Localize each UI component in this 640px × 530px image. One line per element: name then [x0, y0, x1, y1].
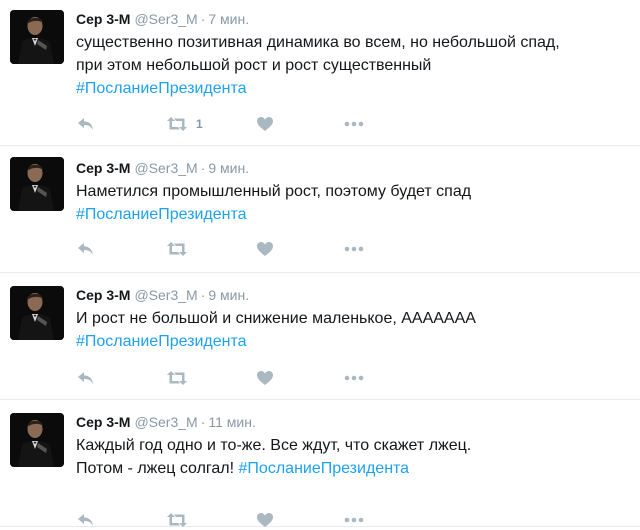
hashtag-link[interactable]: #ПосланиеПрезидента — [239, 460, 410, 477]
timestamp[interactable]: 11 мин. — [208, 414, 256, 430]
retweet-icon — [166, 116, 188, 132]
text-segment: Потом - лжец солгал! — [76, 460, 239, 477]
author-name[interactable]: Сер 3-М — [76, 11, 130, 27]
tweet[interactable]: Сер 3-М @Ser3_M · 7 мин. существенно позити… — [0, 0, 640, 146]
heart-icon — [256, 116, 274, 132]
avatar[interactable] — [10, 157, 64, 211]
like-button[interactable] — [256, 114, 274, 134]
tweet[interactable]: Сер 3-М @Ser3_M · 9 мин. И рост не большой … — [0, 273, 640, 400]
avatar[interactable] — [10, 10, 64, 64]
hashtag-link[interactable]: #ПосланиеПрезидента — [76, 333, 247, 350]
more-button[interactable] — [344, 114, 364, 134]
tweet-header: Сер 3-М @Ser3_M · 9 мин. — [76, 159, 640, 177]
retweet-icon — [166, 512, 188, 528]
tweet[interactable]: Сер 3-М @Ser3_M · 11 мин. Каждый год одно и… — [0, 400, 640, 527]
author-name[interactable]: Сер 3-М — [76, 287, 130, 303]
text-segment: существенно позитивная динамика во всем,… — [76, 34, 560, 51]
tweet-text-line: существенно позитивная динамика во всем,… — [76, 31, 631, 54]
tweet-text-line: Потом - лжец солгал! #ПосланиеПрезидента — [76, 457, 631, 480]
retweet-button[interactable] — [166, 368, 196, 388]
text-segment: Наметился промышленный рост, поэтому буд… — [76, 183, 472, 200]
author-name[interactable]: Сер 3-М — [76, 414, 130, 430]
retweet-button[interactable] — [166, 510, 196, 530]
like-button[interactable] — [256, 239, 274, 259]
reply-icon — [76, 241, 96, 257]
text-segment: И рост не большой и снижение маленькое, … — [76, 310, 476, 327]
tweet-text-line: Каждый год одно и то-же. Все ждут, что с… — [76, 434, 631, 457]
tweet-feed: Сер 3-М @Ser3_M · 7 мин. существенно позити… — [0, 0, 640, 527]
text-segment: при этом небольшой рост и рост существен… — [76, 57, 432, 74]
tweet-header: Сер 3-М @Ser3_M · 11 мин. — [76, 413, 640, 431]
like-button[interactable] — [256, 368, 274, 388]
separator-dot: · — [200, 160, 206, 176]
retweet-count: 1 — [196, 117, 203, 131]
more-dots-icon — [344, 246, 364, 252]
more-button[interactable] — [344, 368, 364, 388]
timestamp[interactable]: 7 мин. — [208, 11, 249, 27]
heart-icon — [256, 512, 274, 528]
tweet-text: Наметился промышленный рост, поэтому буд… — [76, 180, 631, 226]
reply-icon — [76, 512, 96, 528]
hashtag-link[interactable]: #ПосланиеПрезидента — [76, 206, 247, 223]
more-dots-icon — [344, 121, 364, 127]
text-segment: Каждый год одно и то-же. Все ждут, что с… — [76, 437, 472, 454]
tweet-text: Каждый год одно и то-же. Все ждут, что с… — [76, 434, 631, 480]
reply-button[interactable] — [76, 368, 96, 388]
timestamp[interactable]: 9 мин. — [208, 287, 249, 303]
more-dots-icon — [344, 517, 364, 523]
author-name[interactable]: Сер 3-М — [76, 160, 130, 176]
tweet-text-line: Наметился промышленный рост, поэтому буд… — [76, 180, 631, 203]
tweet-text-line: #ПосланиеПрезидента — [76, 203, 631, 226]
author-handle[interactable]: @Ser3_M — [134, 160, 197, 176]
more-button[interactable] — [344, 510, 364, 530]
tweet-text-line: при этом небольшой рост и рост существен… — [76, 54, 631, 77]
retweet-icon — [166, 370, 188, 386]
tweet-text-line: #ПосланиеПрезидента — [76, 330, 631, 353]
reply-icon — [76, 370, 96, 386]
tweet-text: существенно позитивная динамика во всем,… — [76, 31, 631, 100]
tweet-header: Сер 3-М @Ser3_M · 9 мин. — [76, 286, 640, 304]
avatar[interactable] — [10, 413, 64, 467]
avatar[interactable] — [10, 286, 64, 340]
retweet-button[interactable]: 1 — [166, 114, 203, 134]
retweet-button[interactable] — [166, 239, 196, 259]
separator-dot: · — [200, 11, 206, 27]
timestamp[interactable]: 9 мин. — [208, 160, 249, 176]
more-button[interactable] — [344, 239, 364, 259]
tweet-header: Сер 3-М @Ser3_M · 7 мин. — [76, 10, 640, 28]
author-handle[interactable]: @Ser3_M — [134, 287, 197, 303]
heart-icon — [256, 370, 274, 386]
tweet-text-line: И рост не большой и снижение маленькое, … — [76, 307, 631, 330]
separator-dot: · — [200, 414, 206, 430]
like-button[interactable] — [256, 510, 274, 530]
hashtag-link[interactable]: #ПосланиеПрезидента — [76, 80, 247, 97]
retweet-icon — [166, 241, 188, 257]
reply-button[interactable] — [76, 239, 96, 259]
author-handle[interactable]: @Ser3_M — [134, 414, 197, 430]
tweet-text: И рост не большой и снижение маленькое, … — [76, 307, 631, 353]
reply-button[interactable] — [76, 510, 96, 530]
reply-icon — [76, 116, 96, 132]
tweet-text-line: #ПосланиеПрезидента — [76, 77, 631, 100]
separator-dot: · — [200, 287, 206, 303]
heart-icon — [256, 241, 274, 257]
reply-button[interactable] — [76, 114, 96, 134]
author-handle[interactable]: @Ser3_M — [134, 11, 197, 27]
more-dots-icon — [344, 375, 364, 381]
tweet[interactable]: Сер 3-М @Ser3_M · 9 мин. Наметился промышле… — [0, 146, 640, 273]
